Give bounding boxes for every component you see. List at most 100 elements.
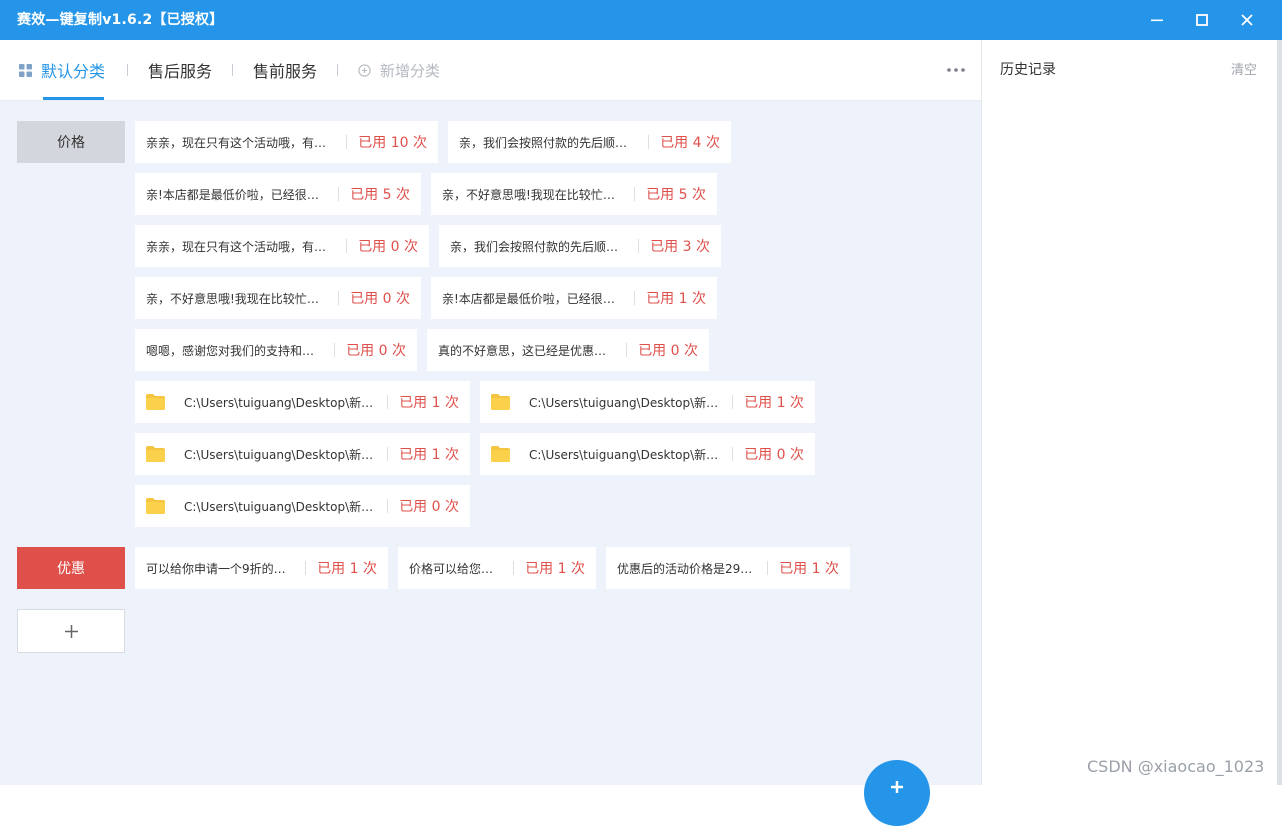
phrase-card[interactable]: 真的不好意思，这已经是优惠后的 已用 0 次 [427,329,709,371]
tab-divider [337,64,338,76]
folder-icon [491,446,510,462]
maximize-icon [1196,14,1208,26]
card-divider [767,561,769,575]
add-category-label: 新增分类 [380,61,441,80]
usage-count: 已用 1 次 [317,561,377,577]
add-phrase-fab[interactable] [864,760,930,826]
phrase-card[interactable]: 亲，我们会按照付款的先后顺序安 已用 3 次 [439,225,721,267]
card-divider [634,291,636,305]
phrase-card[interactable]: 亲!本店都是最低价啦，已经很优惠 已用 5 次 [135,173,421,215]
card-divider [338,291,340,305]
category-price-button[interactable]: 价格 [17,121,125,163]
card-divider [346,239,348,253]
minimize-button[interactable] [1135,0,1179,40]
scrollbar-track[interactable] [1277,40,1282,785]
add-category-tab[interactable]: 新增分类 [358,40,440,100]
tab-label: 默认分类 [41,62,106,81]
phrase-card[interactable]: 亲，我们会按照付款的先后顺序安 已用 4 次 [448,121,731,163]
card-divider [338,187,340,201]
category-label: 优惠 [57,561,85,577]
add-category-button[interactable] [17,609,125,653]
category-discount-button[interactable]: 优惠 [17,547,125,589]
phrase-text: 可以给你申请一个9折的优惠 [146,561,295,576]
phrase-card[interactable]: 优惠后的活动价格是299元 已用 1 次 [606,547,850,589]
phrase-card[interactable]: 亲!本店都是最低价啦，已经很优惠 已用 1 次 [431,277,717,319]
tab-label: 售前服务 [253,62,318,81]
folder-icon [146,394,165,410]
more-options-button[interactable] [944,60,968,80]
file-path: C:\Users\tuiguang\Desktop\新建... [184,499,377,514]
tab-after-sales[interactable]: 售后服务 [148,40,212,100]
file-card[interactable]: C:\Users\tuiguang\Desktop\新建... 已用 1 次 [135,433,470,475]
card-divider [638,239,640,253]
phrase-text: 亲亲，现在只有这个活动哦，有达到 [146,239,336,254]
phrase-card[interactable]: 嗯嗯，感谢您对我们的支持和信赖 已用 0 次 [135,329,417,371]
phrase-card[interactable]: 可以给你申请一个9折的优惠 已用 1 次 [135,547,388,589]
main-content: 价格 亲亲，现在只有这个活动哦，有达到 已用 10 次 亲，我们会按照付款的先后… [0,101,981,785]
window-title: 赛效—键复制v1.6.2【已授权】 [17,12,224,28]
phrase-text: 亲，我们会按照付款的先后顺序安 [450,239,628,254]
usage-count: 已用 1 次 [744,395,804,411]
phrase-card[interactable]: 价格可以给您折算 已用 1 次 [398,547,596,589]
card-divider [648,135,650,149]
watermark: CSDN @xiaocao_1023 [1087,757,1265,776]
usage-count: 已用 0 次 [744,447,804,463]
phrase-text: 真的不好意思，这已经是优惠后的 [438,343,616,358]
phrase-text: 亲亲，现在只有这个活动哦，有达到 [146,135,336,150]
usage-count: 已用 0 次 [346,343,406,359]
history-panel: 历史记录 清空 [981,40,1278,785]
usage-count: 已用 0 次 [350,291,410,307]
close-button[interactable] [1225,0,1269,40]
maximize-button[interactable] [1180,0,1224,40]
phrase-card[interactable]: 亲亲，现在只有这个活动哦，有达到 已用 10 次 [135,121,438,163]
active-tab-indicator [43,97,104,100]
clear-history-button[interactable]: 清空 [1231,59,1257,78]
card-divider [387,447,389,461]
usage-count: 已用 0 次 [638,343,698,359]
phrase-text: 亲，我们会按照付款的先后顺序安 [459,135,638,150]
plus-icon [64,624,78,638]
phrase-card[interactable]: 亲，不好意思哦!我现在比较忙，可 已用 0 次 [135,277,421,319]
usage-count: 已用 1 次 [399,447,459,463]
folder-icon [146,446,165,462]
folder-icon [146,498,165,514]
more-dots-icon [947,68,965,72]
file-path: C:\Users\tuiguang\Desktop\新建... [529,395,722,410]
folder-icon [491,394,510,410]
phrase-card[interactable]: 亲，不好意思哦!我现在比较忙，可 已用 5 次 [431,173,717,215]
phrase-text: 嗯嗯，感谢您对我们的支持和信赖 [146,343,324,358]
card-divider [634,187,636,201]
usage-count: 已用 5 次 [646,187,706,203]
card-divider [387,395,389,409]
title-bar: 赛效—键复制v1.6.2【已授权】 [0,0,1282,40]
plus-circle-icon [358,63,371,77]
tab-pre-sales[interactable]: 售前服务 [253,40,317,100]
phrase-text: 价格可以给您折算 [409,561,503,576]
plus-icon [891,781,903,793]
usage-count: 已用 3 次 [650,239,710,255]
usage-count: 已用 4 次 [660,135,720,151]
usage-count: 已用 1 次 [646,291,706,307]
file-card[interactable]: C:\Users\tuiguang\Desktop\新建... 已用 1 次 [135,381,470,423]
file-card[interactable]: C:\Users\tuiguang\Desktop\新建... 已用 1 次 [480,381,815,423]
phrase-text: 亲!本店都是最低价啦，已经很优惠 [442,291,624,306]
usage-count: 已用 1 次 [525,561,585,577]
usage-count: 已用 1 次 [399,395,459,411]
usage-count: 已用 10 次 [358,135,427,151]
tab-default-category[interactable]: 默认分类 [19,40,105,100]
file-path: C:\Users\tuiguang\Desktop\新建... [184,395,377,410]
file-card[interactable]: C:\Users\tuiguang\Desktop\新建... 已用 0 次 [480,433,815,475]
file-card[interactable]: C:\Users\tuiguang\Desktop\新建... 已用 0 次 [135,485,470,527]
phrase-text: 亲，不好意思哦!我现在比较忙，可 [442,187,624,202]
tab-divider [232,64,233,76]
card-divider [513,561,515,575]
phrase-text: 优惠后的活动价格是299元 [617,561,757,576]
card-divider [626,343,628,357]
phrase-text: 亲!本店都是最低价啦，已经很优惠 [146,187,328,202]
tab-divider [127,64,128,76]
usage-count: 已用 5 次 [350,187,410,203]
phrase-card[interactable]: 亲亲，现在只有这个活动哦，有达到 已用 0 次 [135,225,429,267]
close-icon [1241,14,1253,26]
minimize-icon [1151,19,1163,22]
category-label: 价格 [57,135,85,151]
